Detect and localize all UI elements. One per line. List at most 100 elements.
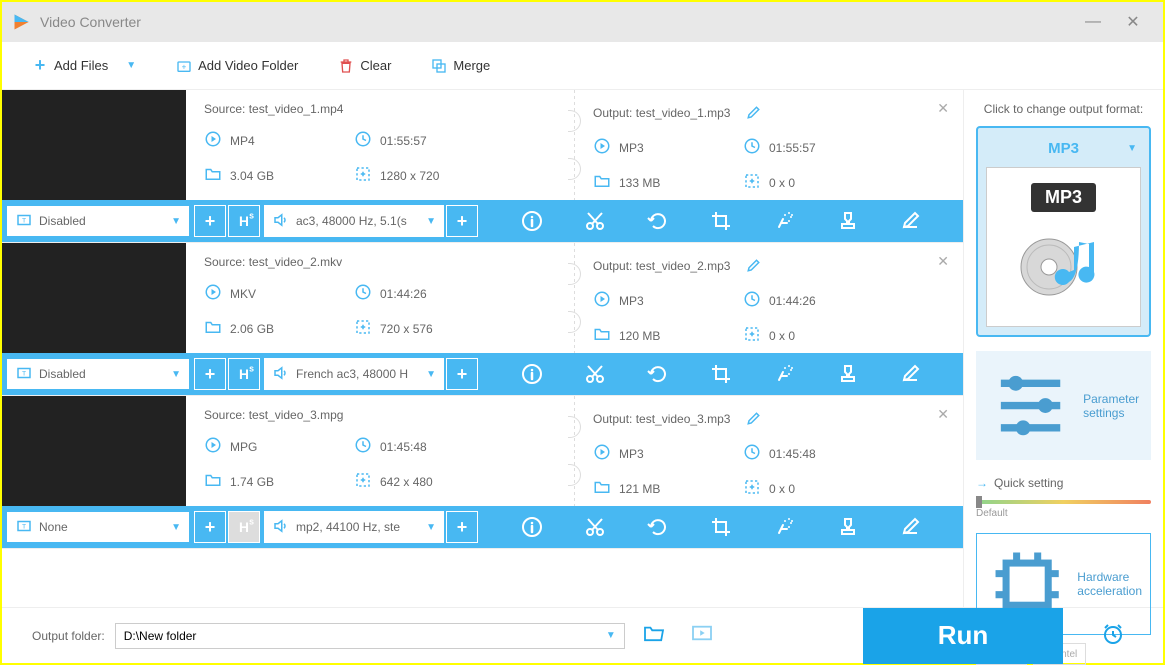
svg-text:H: H [239, 214, 249, 229]
hs-button[interactable]: Hs [228, 205, 260, 237]
edit-output-name-button[interactable] [746, 255, 764, 276]
clear-button[interactable]: Clear [338, 58, 391, 74]
slider-default-label: Default [976, 508, 1151, 519]
file-info: Source: test_video_1.mp4MP401:55:573.04 … [186, 90, 963, 200]
plus-icon: + [32, 58, 48, 74]
add-folder-button[interactable]: + Add Video Folder [176, 58, 298, 74]
open-folder-button[interactable] [635, 624, 673, 648]
parameter-settings-button[interactable]: Parameter settings [976, 351, 1151, 460]
schedule-button[interactable] [1093, 621, 1133, 651]
crop-button[interactable] [709, 209, 733, 233]
cut-button[interactable] [583, 362, 607, 386]
audio-track-selector[interactable]: ac3, 48000 Hz, 5.1(s▼ [264, 205, 444, 237]
audio-track-selector[interactable]: mp2, 44100 Hz, ste▼ [264, 511, 444, 543]
merge-button[interactable]: Merge [431, 58, 490, 74]
close-button[interactable]: ✕ [1113, 7, 1153, 37]
edit-output-name-button[interactable] [746, 408, 764, 429]
clock-icon [354, 283, 372, 304]
video-thumbnail[interactable] [2, 396, 186, 506]
fx-button[interactable] [773, 362, 797, 386]
video-thumbnail[interactable] [2, 243, 186, 353]
fx-button[interactable] [773, 515, 797, 539]
clock-icon [743, 137, 761, 158]
out-format: MP3 [593, 290, 743, 311]
src-format: MPG [204, 436, 354, 457]
info-button[interactable] [520, 362, 544, 386]
out-resolution: 0 x 0 [743, 478, 945, 499]
edit-output-name-button[interactable] [746, 102, 764, 123]
remove-file-button[interactable]: ✕ [937, 253, 949, 270]
cut-button[interactable] [583, 515, 607, 539]
file-row: Source: test_video_2.mkvMKV01:44:262.06 … [2, 243, 963, 396]
source-column: Source: test_video_2.mkvMKV01:44:262.06 … [186, 243, 574, 353]
subtitle-selector[interactable]: TNone▼ [6, 511, 190, 543]
file-action-bar: TDisabled▼+Hsac3, 48000 Hz, 5.1(s▼+ [2, 200, 963, 242]
edit-tools [480, 209, 963, 233]
file-action-bar: TDisabled▼+HsFrench ac3, 48000 H▼+ [2, 353, 963, 395]
add-subtitle-button[interactable]: + [194, 358, 226, 390]
hs-button: Hs [228, 511, 260, 543]
info-button[interactable] [520, 209, 544, 233]
arrow-right-icon: → [976, 476, 988, 490]
quality-slider[interactable] [976, 500, 1151, 504]
svg-text:+: + [182, 62, 187, 71]
stamp-button[interactable] [836, 515, 860, 539]
folder-icon [593, 478, 611, 499]
video-thumbnail[interactable] [2, 90, 186, 200]
chevron-down-icon[interactable]: ▼ [606, 630, 616, 641]
expand-icon [743, 325, 761, 346]
edit-button[interactable] [899, 515, 923, 539]
minimize-button[interactable]: — [1073, 7, 1113, 37]
src-duration: 01:45:48 [354, 436, 556, 457]
sidebar: Click to change output format: MP3 ▼ MP3… [963, 90, 1163, 607]
output-folder-input[interactable]: D:\New folder ▼ [115, 623, 625, 649]
subtitle-selector[interactable]: TDisabled▼ [6, 358, 190, 390]
subtitle-selector[interactable]: TDisabled▼ [6, 205, 190, 237]
stamp-button[interactable] [836, 362, 860, 386]
fx-button[interactable] [773, 209, 797, 233]
titlebar: Video Converter — ✕ [2, 2, 1163, 42]
output-column: Output: test_video_2.mp3MP301:44:26120 M… [575, 243, 963, 353]
output-format-selector[interactable]: MP3 ▼ MP3 [976, 126, 1151, 337]
chevron-down-icon[interactable]: ▼ [126, 60, 136, 71]
remove-file-button[interactable]: ✕ [937, 100, 949, 117]
crop-button[interactable] [709, 362, 733, 386]
out-resolution: 0 x 0 [743, 325, 945, 346]
merge-label: Merge [453, 58, 490, 73]
info-button[interactable] [520, 515, 544, 539]
play-output-button[interactable] [683, 624, 721, 648]
src-format: MKV [204, 283, 354, 304]
crop-button[interactable] [709, 515, 733, 539]
chevron-down-icon: ▼ [171, 522, 181, 533]
add-audio-button[interactable]: + [446, 511, 478, 543]
add-subtitle-button[interactable]: + [194, 205, 226, 237]
audio-track-selector[interactable]: French ac3, 48000 H▼ [264, 358, 444, 390]
slider-thumb[interactable] [976, 496, 982, 508]
speaker-icon [272, 211, 290, 232]
quick-setting-label: → Quick setting [976, 476, 1151, 490]
rotate-button[interactable] [646, 515, 670, 539]
run-button[interactable]: Run [863, 608, 1063, 664]
remove-file-button[interactable]: ✕ [937, 406, 949, 423]
source-filename: Source: test_video_3.mpg [204, 408, 556, 422]
out-size: 133 MB [593, 172, 743, 193]
svg-text:s: s [249, 364, 254, 374]
add-audio-button[interactable]: + [446, 358, 478, 390]
svg-text:T: T [22, 217, 26, 224]
stamp-button[interactable] [836, 209, 860, 233]
hs-button[interactable]: Hs [228, 358, 260, 390]
src-size: 3.04 GB [204, 165, 354, 186]
file-info-row: Source: test_video_1.mp4MP401:55:573.04 … [2, 90, 963, 200]
rotate-button[interactable] [646, 362, 670, 386]
add-files-button[interactable]: + Add Files ▼ [32, 58, 136, 74]
src-resolution: 1280 x 720 [354, 165, 556, 186]
rotate-button[interactable] [646, 209, 670, 233]
merge-icon [431, 58, 447, 74]
edit-button[interactable] [899, 362, 923, 386]
chevron-down-icon: ▼ [426, 216, 436, 227]
app-title: Video Converter [40, 14, 1073, 30]
edit-button[interactable] [899, 209, 923, 233]
add-subtitle-button[interactable]: + [194, 511, 226, 543]
cut-button[interactable] [583, 209, 607, 233]
add-audio-button[interactable]: + [446, 205, 478, 237]
